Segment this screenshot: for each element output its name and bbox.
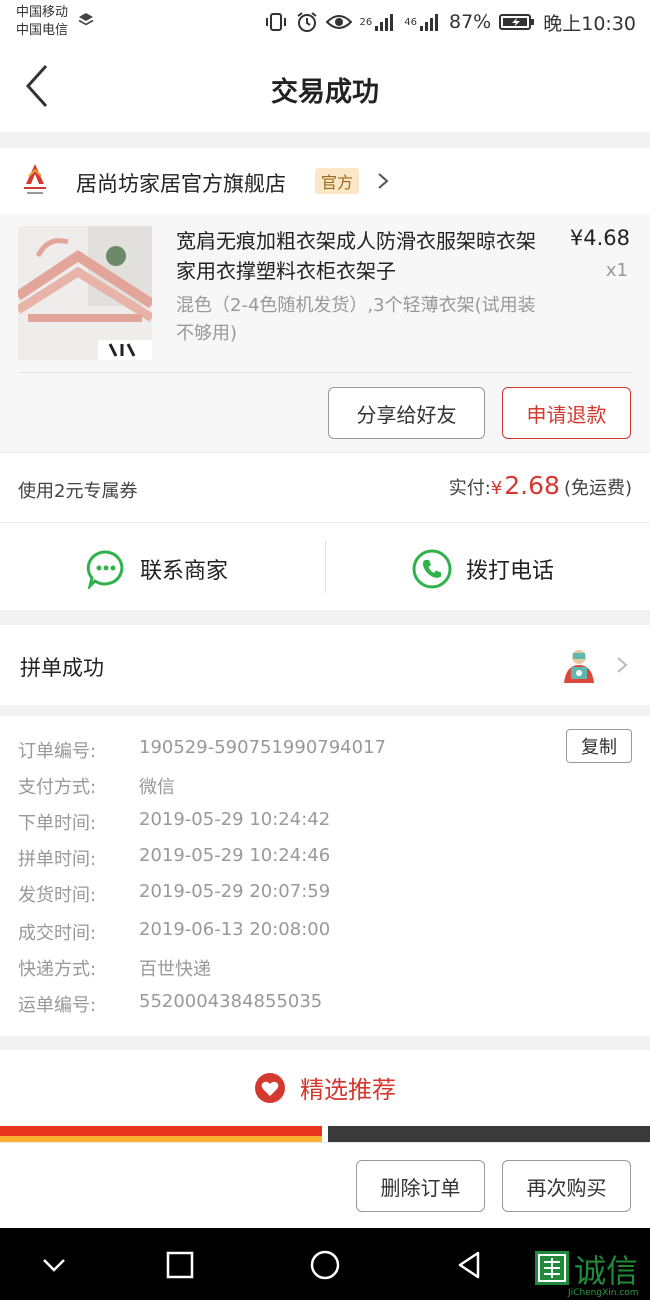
divider	[18, 372, 632, 373]
signal-1-icon	[375, 14, 394, 31]
detail-value: 5520004384855035	[139, 991, 323, 1012]
refund-button[interactable]: 申请退款	[502, 387, 631, 439]
detail-label: 下单时间:	[18, 813, 97, 834]
signal-2-icon	[420, 14, 438, 31]
clock: 晚上10:30	[543, 12, 636, 35]
eye-comfort-icon	[325, 15, 352, 29]
detail-label: 成交时间:	[18, 923, 97, 944]
status-bar: 中国移动 中国电信 26 46 87% 晚上10:30	[0, 0, 650, 44]
detail-label: 快递方式:	[18, 959, 97, 980]
watermark-en: JiChengXin.com	[568, 1288, 639, 1298]
carrier-2: 中国电信	[16, 23, 69, 38]
recommend-tile[interactable]	[0, 1126, 322, 1142]
recents-square-icon[interactable]	[163, 1248, 197, 1282]
divider	[325, 541, 326, 593]
page-title: 交易成功	[271, 77, 379, 108]
product-spec: 混色（2-4色随机发货）,3个轻薄衣架(试用装 不够用)	[176, 295, 536, 344]
coupon-text: 使用2元专属券	[18, 481, 138, 502]
recommend-title: 精选推荐	[300, 1076, 396, 1104]
detail-label: 订单编号:	[18, 741, 97, 762]
detail-label: 支付方式:	[18, 777, 97, 798]
battery-percent: 87%	[449, 11, 492, 33]
back-triangle-icon[interactable]	[452, 1248, 486, 1282]
chevron-down-icon[interactable]	[37, 1248, 71, 1282]
paid-label: 实付:	[448, 478, 491, 499]
group-buy-row[interactable]: 拼单成功	[0, 625, 650, 705]
avatar	[564, 650, 594, 683]
share-button[interactable]: 分享给好友	[328, 387, 485, 439]
detail-value: 2019-06-13 20:08:00	[139, 919, 331, 940]
call-label: 拨打电话	[466, 559, 555, 584]
order-card: 居尚坊家居官方旗舰店 官方 宽肩无痕加粗衣架成人防滑衣服架晾衣架家用衣撑塑料衣柜…	[0, 148, 650, 452]
product-thumbnail[interactable]	[18, 226, 152, 360]
recommend-product-strip[interactable]	[0, 1126, 650, 1142]
heart-icon	[255, 1072, 285, 1103]
paid-amount: 2.68	[504, 471, 560, 500]
alarm-icon	[296, 12, 317, 32]
rebuy-button[interactable]: 再次购买	[502, 1160, 631, 1212]
watermark: 诚信 JiChengXin.com	[532, 1244, 650, 1300]
layers-icon	[78, 13, 94, 26]
detail-value: 2019-05-29 20:07:59	[139, 881, 331, 902]
detail-label: 拼单时间:	[18, 849, 97, 870]
signal-1-label: 26	[359, 16, 373, 28]
call-button[interactable]: 拨打电话	[412, 549, 554, 589]
product-item[interactable]: 宽肩无痕加粗衣架成人防滑衣服架晾衣架家用衣撑塑料衣柜衣架子 ¥4.68 x1 混…	[0, 214, 650, 452]
delete-order-button[interactable]: 删除订单	[356, 1160, 485, 1212]
currency-symbol: ¥	[490, 478, 503, 499]
detail-value: 2019-05-29 10:24:42	[139, 809, 331, 830]
group-status-title: 拼单成功	[20, 656, 104, 680]
shop-name[interactable]: 居尚坊家居官方旗舰店	[76, 168, 286, 198]
recommend-title-row: 精选推荐	[0, 1070, 650, 1105]
detail-value: 190529-590751990794017	[139, 737, 386, 758]
carrier-info: 中国移动 中国电信	[16, 4, 68, 40]
chat-bubble-icon	[86, 550, 124, 589]
carrier-1: 中国移动	[16, 5, 69, 20]
contact-seller-button[interactable]: 联系商家	[86, 549, 228, 589]
product-price: ¥4.68	[569, 226, 630, 250]
order-details: 订单编号: 190529-590751990794017 复制 支付方式: 微信…	[0, 716, 650, 1036]
shop-logo-icon	[24, 164, 46, 194]
phone-icon	[412, 549, 452, 589]
official-badge: 官方	[315, 168, 360, 194]
detail-value: 2019-05-29 10:24:46	[139, 845, 331, 866]
status-indicators: 26 46 87% 晚上10:30	[264, 8, 636, 36]
watermark-cn: 诚信	[574, 1252, 639, 1290]
signal-2-label: 46	[404, 16, 417, 28]
bottom-action-bar: 删除订单 再次购买	[0, 1142, 650, 1228]
payment-summary: 使用2元专属券 实付: ¥ 2.68 (免运费)	[0, 452, 650, 522]
hanger-image	[18, 226, 152, 360]
chevron-right-icon	[617, 657, 628, 673]
detail-value: 微信	[139, 777, 175, 798]
detail-label: 发货时间:	[18, 885, 97, 906]
product-quantity: x1	[605, 260, 628, 281]
nav-bar: 交易成功	[0, 44, 650, 132]
copy-button[interactable]: 复制	[566, 729, 632, 763]
paid-amount-row: 实付: ¥ 2.68 (免运费)	[449, 471, 632, 500]
detail-label: 运单编号:	[18, 995, 97, 1016]
battery-charging-icon	[499, 14, 535, 30]
watermark-logo-icon	[535, 1251, 569, 1285]
vibrate-icon	[265, 13, 286, 31]
contact-row: 联系商家 拨打电话	[0, 522, 650, 610]
detail-value: 百世快递	[139, 959, 211, 980]
shipping-note: (免运费)	[563, 478, 632, 499]
recommend-tile[interactable]	[328, 1126, 650, 1142]
chevron-right-icon	[378, 173, 389, 189]
product-title[interactable]: 宽肩无痕加粗衣架成人防滑衣服架晾衣架家用衣撑塑料衣柜衣架子	[176, 226, 546, 286]
shop-row[interactable]: 居尚坊家居官方旗舰店 官方	[0, 148, 650, 214]
contact-seller-label: 联系商家	[140, 559, 229, 584]
home-circle-icon[interactable]	[308, 1248, 342, 1282]
recommend-section: 精选推荐	[0, 1050, 650, 1126]
